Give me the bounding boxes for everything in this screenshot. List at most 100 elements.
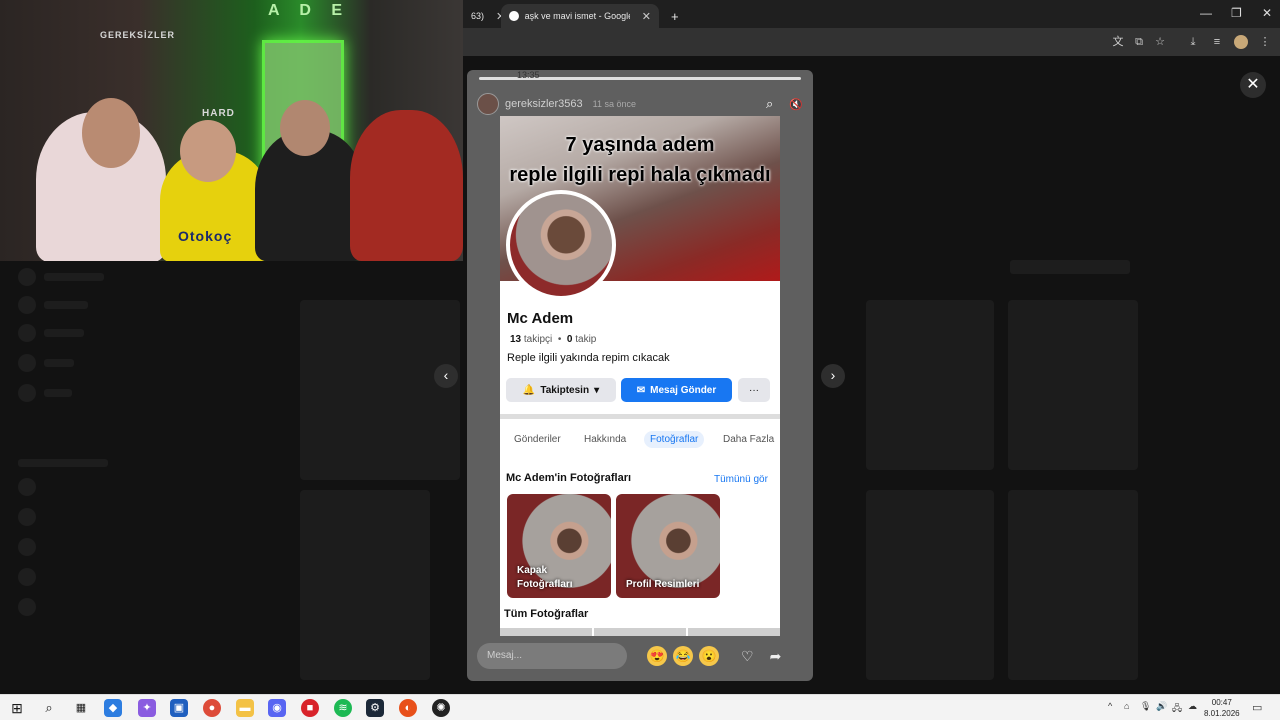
task-view-icon[interactable]: ▦: [72, 699, 90, 717]
story-message-input[interactable]: Mesaj...: [477, 643, 627, 669]
hard-sign: HARD: [202, 108, 235, 119]
bg-card: [300, 300, 460, 480]
photos-section-title: Mc Adem'in Fotoğrafları: [506, 472, 632, 484]
close-viewer-icon[interactable]: ✕: [1240, 72, 1266, 98]
bg-text: [44, 359, 74, 367]
notification-icon[interactable]: ▭: [1252, 701, 1262, 714]
search-icon[interactable]: ⌕: [766, 96, 773, 112]
spotify-icon[interactable]: ≋: [334, 699, 352, 717]
profile-avatar-icon[interactable]: [1234, 35, 1248, 49]
window-close-icon[interactable]: ✕: [1262, 6, 1272, 20]
profile-bio: Reple ilgili yakında repim cıkacak: [507, 352, 670, 364]
tab-about: Hakkında: [584, 434, 627, 445]
cast-icon[interactable]: ⧉: [1132, 35, 1146, 49]
album-cover-photos: Kapak Fotoğrafları: [507, 494, 611, 598]
person-far-right: [350, 110, 463, 261]
media-icon[interactable]: ≡: [1210, 35, 1224, 49]
copilot-icon[interactable]: ✦: [138, 699, 156, 717]
heart-eyes-emoji-icon[interactable]: 😍: [647, 646, 667, 666]
close-tab-icon[interactable]: ✕: [642, 10, 651, 23]
mute-icon[interactable]: 🔇: [789, 98, 803, 111]
restore-icon[interactable]: ❐: [1231, 6, 1242, 20]
shirt-text: Otokoç: [178, 228, 233, 244]
bg-icon: [18, 508, 36, 526]
profile-stats: 13 takipçi • 0 takip: [510, 334, 597, 345]
following-label: takip: [575, 334, 597, 345]
more-options-button: ···: [738, 378, 770, 402]
bookmark-star-icon[interactable]: ☆: [1153, 35, 1167, 49]
minimize-icon[interactable]: —: [1200, 6, 1212, 20]
network-icon[interactable]: 🖧: [1172, 701, 1182, 717]
profile-picture: [506, 190, 616, 300]
bg-icon: [18, 354, 36, 372]
send-message-label: Mesaj Gönder: [650, 384, 717, 396]
person-left-head: [82, 98, 140, 168]
bg-icon: [18, 568, 36, 586]
bg-card: [866, 490, 994, 680]
clock-time: 00:47: [1211, 698, 1232, 707]
clock-date: 8.01.2026: [1204, 709, 1240, 718]
surprised-emoji-icon[interactable]: 😮: [699, 646, 719, 666]
bg-icon: [18, 268, 36, 286]
bg-icon: [18, 478, 36, 496]
phone-status-time: 13:35: [517, 70, 540, 80]
caption-line-1: 7 yaşında adem: [565, 134, 715, 156]
store-icon[interactable]: ▣: [170, 699, 188, 717]
following-button-label: Takiptesin: [540, 384, 590, 396]
discord-icon[interactable]: ◉: [268, 699, 286, 717]
steam-icon[interactable]: ⚙: [366, 699, 384, 717]
story-avatar[interactable]: [477, 93, 499, 115]
section-divider: [500, 414, 780, 419]
next-story-icon[interactable]: ›: [821, 364, 845, 388]
tab-photos: Fotoğraflar: [644, 431, 705, 448]
bg-card: [300, 490, 430, 680]
download-icon[interactable]: ⤓: [1186, 35, 1200, 49]
translate-icon[interactable]: 文: [1111, 35, 1125, 49]
see-all-link: Tümünü gör: [714, 474, 768, 485]
messenger-icon: ✉: [636, 384, 646, 396]
microphone-icon[interactable]: 🎙: [1140, 701, 1151, 712]
file-explorer-icon[interactable]: ▬: [236, 699, 254, 717]
bg-text: [44, 389, 72, 397]
tray-chevron-icon[interactable]: ^: [1108, 701, 1112, 711]
story-username[interactable]: gereksizler3563: [505, 98, 583, 110]
caption-line-2: reple ilgili repi hala çıkmadı: [509, 164, 771, 186]
tray-icon[interactable]: ⌂: [1124, 701, 1129, 711]
new-tab-button[interactable]: +: [663, 4, 687, 28]
widgets-icon[interactable]: ◆: [104, 699, 122, 717]
like-heart-icon[interactable]: ♡: [741, 648, 754, 665]
browser-tab-bar: 63) ✕ aşk ve mavi ismet - Google'da A ✕ …: [463, 0, 1280, 28]
person-right-head: [280, 100, 330, 156]
bg-text: [18, 459, 108, 467]
windows-start-icon[interactable]: ⊞: [8, 699, 26, 717]
bg-icon: [18, 296, 36, 314]
following-count: 0: [566, 334, 573, 345]
story-header: gereksizler3563 11 sa önce ⌕ 🔇: [477, 93, 803, 115]
bg-icon: [18, 538, 36, 556]
person-center-head: [180, 120, 236, 182]
menu-kebab-icon[interactable]: ⋮: [1258, 35, 1272, 49]
cloud-icon[interactable]: ☁: [1188, 701, 1197, 712]
app-red-icon[interactable]: ■: [301, 699, 319, 717]
tab-more: Daha Fazla: [723, 434, 775, 445]
volume-icon[interactable]: 🔊: [1156, 701, 1167, 712]
browser-tab-active[interactable]: aşk ve mavi ismet - Google'da A ✕: [501, 4, 659, 28]
system-clock[interactable]: 00:47 8.01.2026: [1204, 697, 1240, 719]
bg-icon: [18, 598, 36, 616]
search-icon[interactable]: ⌕: [40, 699, 58, 717]
chrome-icon[interactable]: ●: [203, 699, 221, 717]
app-black-icon[interactable]: ✺: [432, 699, 450, 717]
share-icon[interactable]: ➦: [770, 648, 782, 665]
followers-label: takipçi: [523, 334, 553, 345]
tab-title: aşk ve mavi ismet - Google'da A: [524, 11, 630, 21]
prev-story-icon[interactable]: ‹: [434, 364, 458, 388]
bg-card: [866, 300, 994, 470]
google-icon: [509, 11, 519, 21]
laughing-emoji-icon[interactable]: 😂: [673, 646, 693, 666]
bg-icon: [18, 324, 36, 342]
app-orange-icon[interactable]: ◐: [399, 699, 417, 717]
tab-posts: Gönderiler: [514, 434, 561, 445]
caret-down-icon: ▾: [594, 384, 600, 396]
bg-icon: [18, 384, 36, 402]
bg-text: [44, 329, 84, 337]
